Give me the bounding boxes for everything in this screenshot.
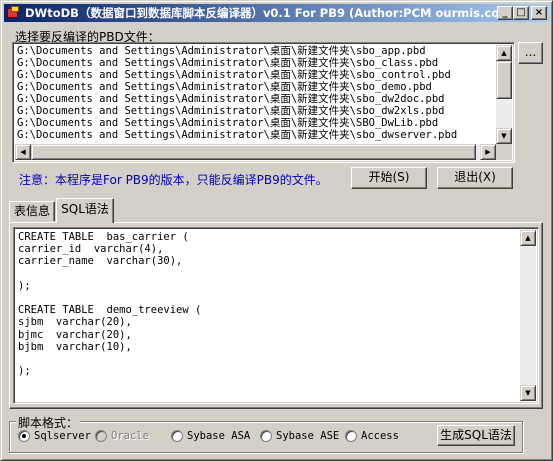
scroll-left-arrow-icon[interactable]: ◀	[15, 144, 31, 160]
list-item[interactable]: G:\Documents and Settings\Administrator\…	[17, 129, 496, 141]
sql-output-text: CREATE TABLE bas_carrier ( carrier_id va…	[18, 231, 202, 378]
radio-oracle: Oracle	[95, 430, 149, 442]
pbd-file-list[interactable]: G:\Documents and Settings\Administrator\…	[12, 42, 515, 163]
radio-sybase-ase[interactable]: Sybase ASE	[260, 430, 339, 442]
tab-sql-syntax[interactable]: SQL语法	[56, 198, 114, 223]
main-window: DWtoDB（数据窗口到数据库脚本反编译器）v0.1 For PB9 (Auth…	[0, 0, 553, 461]
radio-sqlserver[interactable]: Sqlserver	[18, 430, 91, 442]
radio-icon	[260, 430, 272, 442]
scroll-up-arrow-icon[interactable]: ▲	[496, 45, 512, 61]
notice-text: 注意：本程序是For PB9的版本，只能反编译PB9的文件。	[19, 173, 328, 187]
browse-button[interactable]: ...	[518, 42, 543, 64]
radio-icon	[171, 430, 183, 442]
tab-table-info[interactable]: 表信息	[9, 201, 55, 221]
maximize-button[interactable]: □	[513, 6, 529, 20]
start-button[interactable]: 开始(S)	[351, 167, 427, 189]
sql-vscrollbar[interactable]: ▲ ▼	[520, 230, 536, 401]
list-item[interactable]: G:\Documents and Settings\Administrator\…	[17, 45, 496, 57]
radio-access[interactable]: Access	[345, 430, 399, 442]
list-item[interactable]: G:\Documents and Settings\Administrator\…	[17, 69, 496, 81]
list-item[interactable]: G:\Documents and Settings\Administrator\…	[17, 81, 496, 93]
hscroll-thumb[interactable]	[31, 144, 476, 160]
scroll-thumb[interactable]	[496, 61, 512, 99]
file-list-vscrollbar[interactable]: ▲ ▼	[496, 45, 512, 144]
sql-text-area[interactable]: CREATE TABLE bas_carrier ( carrier_id va…	[13, 227, 539, 404]
scroll-corner	[496, 144, 512, 160]
exit-button[interactable]: 退出(X)	[437, 167, 513, 189]
scroll-down-arrow-icon[interactable]: ▼	[496, 128, 512, 144]
close-button[interactable]: ×	[531, 6, 547, 20]
scroll-right-arrow-icon[interactable]: ▶	[480, 144, 496, 160]
app-icon	[5, 5, 21, 21]
title-bar[interactable]: DWtoDB（数据窗口到数据库脚本反编译器）v0.1 For PB9 (Auth…	[4, 4, 549, 22]
list-item[interactable]: G:\Documents and Settings\Administrator\…	[17, 57, 496, 69]
minimize-button[interactable]: _	[497, 6, 513, 20]
script-format-label: 脚本格式：	[16, 414, 81, 431]
scroll-up-arrow-icon[interactable]: ▲	[520, 230, 536, 246]
tab-panel: CREATE TABLE bas_carrier ( carrier_id va…	[9, 222, 543, 409]
file-list-hscrollbar[interactable]: ◀ ▶	[15, 144, 496, 160]
radio-sybase-asa[interactable]: Sybase ASA	[171, 430, 250, 442]
list-item[interactable]: G:\Documents and Settings\Administrator\…	[17, 93, 496, 105]
scroll-down-arrow-icon[interactable]: ▼	[520, 385, 536, 401]
radio-icon	[95, 430, 107, 442]
radio-selected-icon	[18, 430, 30, 442]
list-item[interactable]: G:\Documents and Settings\Administrator\…	[17, 117, 496, 129]
window-title: DWtoDB（数据窗口到数据库脚本反编译器）v0.1 For PB9 (Auth…	[25, 6, 517, 20]
generate-sql-button[interactable]: 生成SQL语法	[437, 425, 515, 446]
file-list-items: G:\Documents and Settings\Administrator\…	[15, 45, 496, 144]
list-item[interactable]: G:\Documents and Settings\Administrator\…	[17, 105, 496, 117]
radio-icon	[345, 430, 357, 442]
